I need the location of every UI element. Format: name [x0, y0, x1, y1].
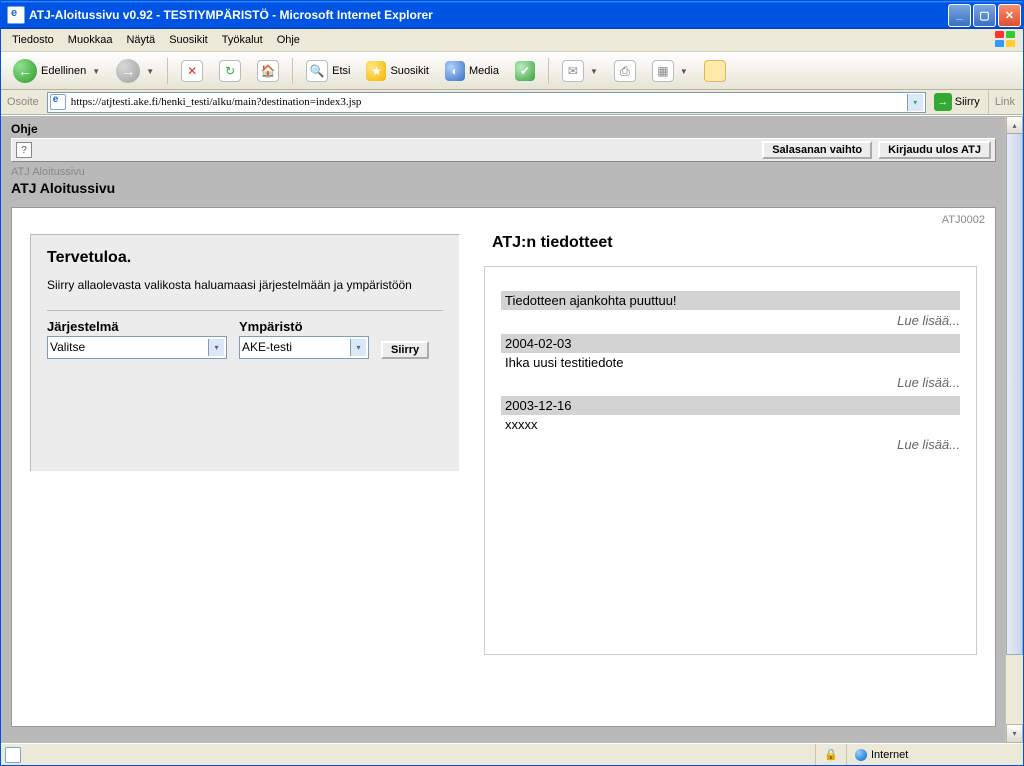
read-more-link[interactable]: Lue lisää...: [501, 313, 960, 328]
address-label: Osoite: [3, 96, 43, 108]
windows-flag-icon: [995, 31, 1019, 49]
main-canvas: ATJ0002 Tervetuloa. Siirry allaolevasta …: [11, 207, 996, 727]
favorites-button[interactable]: ★ Suosikit: [360, 57, 435, 85]
page-code: ATJ0002: [942, 214, 985, 226]
scroll-down-button[interactable]: ▾: [1006, 724, 1023, 743]
media-button[interactable]: ◐ Media: [439, 57, 505, 85]
window-title: ATJ-Aloitussivu v0.92 - TESTIYMPÄRISTÖ -…: [29, 8, 948, 22]
browser-window: ATJ-Aloitussivu v0.92 - TESTIYMPÄRISTÖ -…: [0, 0, 1024, 766]
go-icon: →: [934, 93, 952, 111]
stop-button[interactable]: ✕: [175, 56, 209, 86]
news-box: Tiedotteen ajankohta puuttuu! Lue lisää.…: [484, 266, 977, 655]
read-more-link[interactable]: Lue lisää...: [501, 375, 960, 390]
page-icon: [50, 94, 66, 110]
help-heading: Ohje: [11, 122, 996, 136]
refresh-icon: ↻: [219, 60, 241, 82]
print-button[interactable]: ⎙: [608, 56, 642, 86]
logout-button[interactable]: Kirjaudu ulos ATJ: [878, 141, 991, 159]
news-title: ATJ:n tiedotteet: [492, 234, 977, 252]
maximize-button[interactable]: ▢: [973, 4, 996, 27]
system-label: Järjestelmä: [47, 319, 227, 334]
go-button[interactable]: → Siirry: [930, 92, 984, 112]
environment-select[interactable]: AKE-testi ▾: [239, 336, 369, 359]
environment-label: Ympäristö: [239, 319, 369, 334]
stop-icon: ✕: [181, 60, 203, 82]
toolbar: ← Edellinen ▼ → ▼ ✕ ↻ 🏠 🔍 Etsi ★ Suosiki…: [1, 52, 1023, 90]
menu-favorites[interactable]: Suosikit: [162, 32, 215, 48]
app-toolbar: ? Salasanan vaihto Kirjaudu ulos ATJ: [11, 138, 996, 162]
help-icon[interactable]: ?: [16, 142, 32, 158]
globe-icon: [855, 749, 867, 761]
back-button[interactable]: ← Edellinen ▼: [7, 55, 106, 87]
back-icon: ←: [13, 59, 37, 83]
folder-button[interactable]: [698, 56, 732, 86]
change-password-button[interactable]: Salasanan vaihto: [762, 141, 872, 159]
links-bar[interactable]: Link: [988, 90, 1021, 114]
refresh-button[interactable]: ↻: [213, 56, 247, 86]
system-select[interactable]: Valitse ▾: [47, 336, 227, 359]
edit-icon: ▦: [652, 60, 674, 82]
history-button[interactable]: ✔: [509, 57, 541, 85]
news-item-body: Ihka uusi testitiedote: [501, 353, 960, 372]
status-zone: Internet: [846, 744, 1023, 765]
edit-button[interactable]: ▦▼: [646, 56, 694, 86]
media-icon: ◐: [445, 61, 465, 81]
separator: [548, 58, 549, 84]
menu-view[interactable]: Näytä: [119, 32, 162, 48]
chevron-down-icon: ▼: [146, 67, 154, 76]
scroll-thumb[interactable]: [1006, 133, 1023, 655]
mail-icon: ✉: [562, 60, 584, 82]
read-more-link[interactable]: Lue lisää...: [501, 437, 960, 452]
menu-help[interactable]: Ohje: [270, 32, 307, 48]
search-button[interactable]: 🔍 Etsi: [300, 56, 356, 86]
address-dropdown[interactable]: ▾: [907, 94, 923, 111]
separator: [167, 58, 168, 84]
welcome-text: Siirry allaolevasta valikosta haluamaasi…: [47, 277, 443, 294]
history-icon: ✔: [515, 61, 535, 81]
address-field[interactable]: ▾: [47, 92, 926, 113]
home-icon: 🏠: [257, 60, 279, 82]
news-column: ATJ:n tiedotteet Tiedotteen ajankohta pu…: [484, 234, 977, 708]
ie-icon: [7, 6, 25, 24]
menu-edit[interactable]: Muokkaa: [61, 32, 120, 48]
welcome-panel: Tervetuloa. Siirry allaolevasta valikost…: [30, 234, 460, 472]
menu-tools[interactable]: Työkalut: [215, 32, 270, 48]
status-bar: Internet: [1, 743, 1023, 765]
close-button[interactable]: ✕: [998, 4, 1021, 27]
page-icon: [5, 747, 21, 763]
home-button[interactable]: 🏠: [251, 56, 285, 86]
vertical-scrollbar[interactable]: ▴ ▾: [1005, 116, 1023, 743]
menu-file[interactable]: Tiedosto: [5, 32, 61, 48]
folder-icon: [704, 60, 726, 82]
lock-icon: [824, 748, 838, 761]
search-icon: 🔍: [306, 60, 328, 82]
minimize-button[interactable]: _: [948, 4, 971, 27]
menu-bar: Tiedosto Muokkaa Näytä Suosikit Työkalut…: [1, 29, 1023, 52]
welcome-title: Tervetuloa.: [47, 249, 443, 267]
breadcrumb: ATJ Aloitussivu: [11, 166, 996, 178]
star-icon: ★: [366, 61, 386, 81]
mail-button[interactable]: ✉▼: [556, 56, 604, 86]
news-item-body: xxxxx: [501, 415, 960, 434]
news-item-header: Tiedotteen ajankohta puuttuu!: [501, 291, 960, 310]
chevron-down-icon: ▼: [92, 67, 100, 76]
address-input[interactable]: [69, 93, 904, 111]
print-icon: ⎙: [614, 60, 636, 82]
news-item-header: 2004-02-03: [501, 334, 960, 353]
page-title: ATJ Aloitussivu: [11, 180, 996, 196]
page-content: Ohje ? Salasanan vaihto Kirjaudu ulos AT…: [1, 116, 1006, 743]
chevron-down-icon: ▾: [208, 339, 224, 356]
go-button[interactable]: Siirry: [381, 341, 429, 359]
forward-button[interactable]: → ▼: [110, 55, 160, 87]
address-bar: Osoite ▾ → Siirry Link: [1, 90, 1023, 115]
news-item-header: 2003-12-16: [501, 396, 960, 415]
chevron-down-icon: ▾: [350, 339, 366, 356]
viewport: Ohje ? Salasanan vaihto Kirjaudu ulos AT…: [1, 115, 1023, 743]
forward-icon: →: [116, 59, 140, 83]
status-lock: [815, 744, 846, 765]
title-bar: ATJ-Aloitussivu v0.92 - TESTIYMPÄRISTÖ -…: [1, 1, 1023, 29]
separator: [292, 58, 293, 84]
